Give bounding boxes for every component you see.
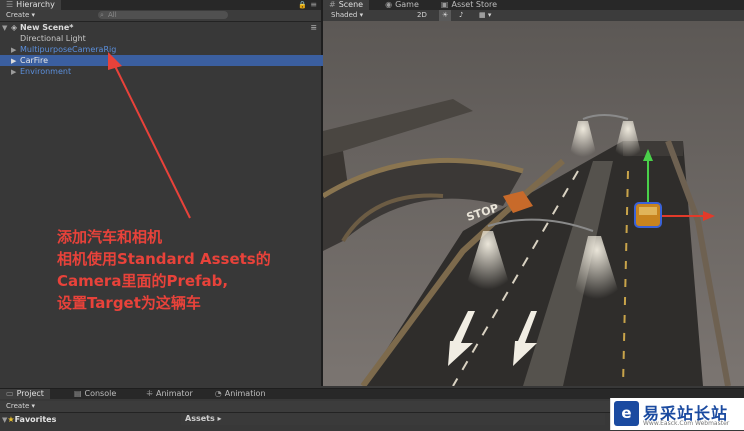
scene-viewport[interactable]: STOP <box>323 21 744 386</box>
tab-animator[interactable]: ⁜ Animator <box>140 389 198 399</box>
annotation-arrow <box>108 52 191 219</box>
console-icon: ▤ <box>73 389 82 398</box>
scene-tabbar: # Scene ◉ Game ▣ Asset Store <box>323 0 744 10</box>
effects-toggle-icon[interactable]: ▦ ▾ <box>479 10 491 21</box>
tab-console[interactable]: ▤ Console <box>68 389 122 399</box>
audio-toggle-icon[interactable]: ♪ <box>459 10 463 21</box>
scene-tab-icon: # <box>329 0 336 9</box>
toggle-2d-button[interactable]: 2D <box>417 10 427 21</box>
tab-scene[interactable]: # Scene <box>323 0 370 10</box>
assets-breadcrumb[interactable]: Assets ▸ <box>181 413 605 425</box>
star-icon: ★ <box>7 415 15 424</box>
animation-icon: ◔ <box>214 389 222 398</box>
lighting-toggle-icon[interactable]: ☀ <box>439 10 452 21</box>
tab-project[interactable]: ▭ Project <box>0 389 50 399</box>
site-watermark: e 易采站长站 Www.Easck.Com Webmaster <box>610 398 744 430</box>
game-icon: ◉ <box>385 0 393 9</box>
shading-mode-dropdown[interactable]: Shaded ▾ <box>331 10 363 21</box>
project-create-dropdown[interactable]: Create ▾ <box>6 401 35 412</box>
arrow-head-icon <box>108 52 122 70</box>
tab-game[interactable]: ◉ Game <box>379 0 425 10</box>
scene-render: STOP <box>323 21 744 386</box>
tab-asset-store[interactable]: ▣ Asset Store <box>435 0 503 10</box>
watermark-logo-icon: e <box>614 401 639 426</box>
store-icon: ▣ <box>440 0 449 9</box>
watermark-subtitle: Www.Easck.Com Webmaster <box>643 420 730 427</box>
tab-animation[interactable]: ◔ Animation <box>209 389 272 399</box>
car-roof <box>639 207 657 215</box>
folder-icon: ▭ <box>6 389 14 398</box>
favorites-header[interactable]: ▼★Favorites <box>2 415 56 424</box>
animator-icon: ⁜ <box>146 389 153 398</box>
